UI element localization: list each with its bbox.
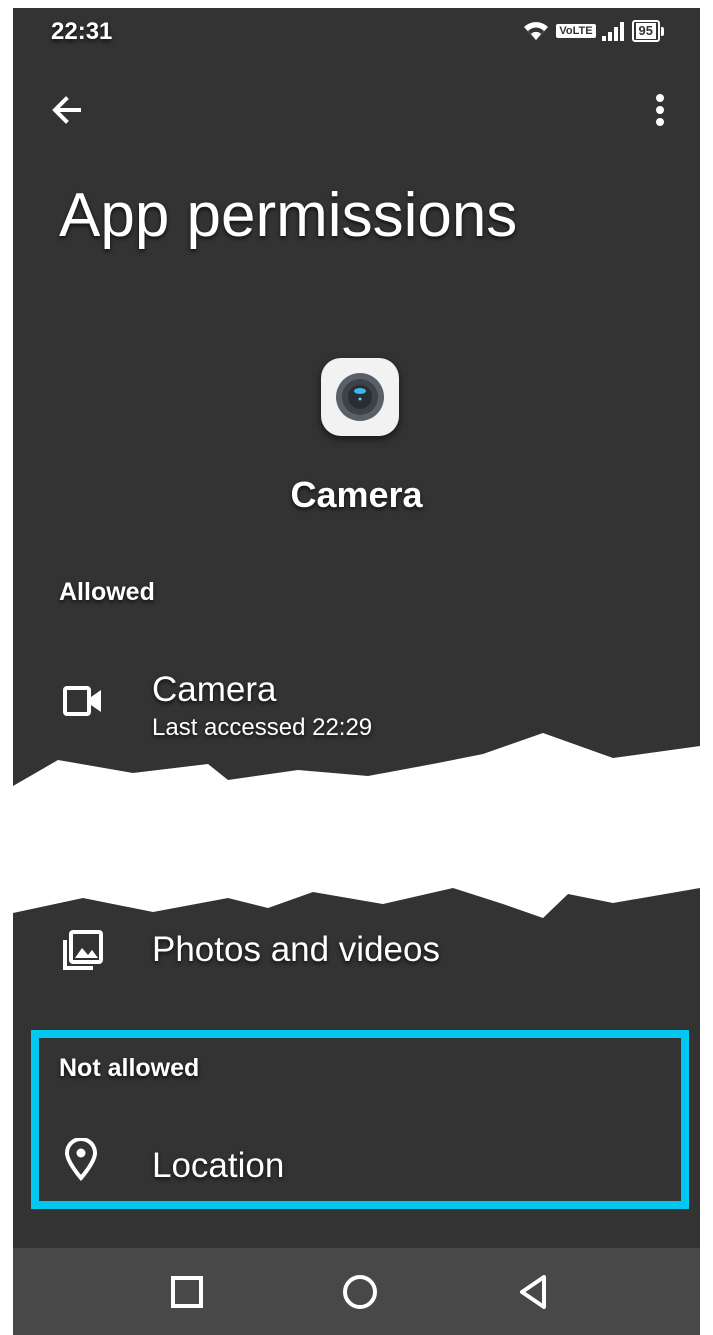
- page-title: App permissions: [59, 181, 518, 250]
- battery-icon: 95: [631, 20, 664, 42]
- wifi-icon: [524, 22, 549, 40]
- app-permissions-screen: 22:31 VoLTE 95 App permissions Camera Al…: [13, 8, 700, 1335]
- torn-edge-separator: [13, 733, 700, 918]
- photo-library-icon: [63, 930, 103, 970]
- battery-level: 95: [635, 23, 656, 39]
- arrow-left-icon: [52, 96, 81, 124]
- section-header-allowed: Allowed: [59, 578, 155, 606]
- home-circle-icon[interactable]: [336, 1268, 384, 1316]
- signal-icon: [601, 22, 624, 41]
- not-allowed-highlight: [31, 1030, 689, 1209]
- more-vert-icon: [656, 94, 664, 126]
- status-time: 22:31: [51, 18, 113, 45]
- back-triangle-icon[interactable]: [510, 1268, 558, 1316]
- permission-item-photos-and-videos[interactable]: Photos and videos: [13, 908, 700, 1008]
- camera-app-icon: [321, 358, 399, 436]
- system-nav-bar: [13, 1248, 700, 1335]
- status-icons: VoLTE 95: [522, 20, 664, 42]
- permission-title: Camera: [152, 670, 277, 709]
- app-name: Camera: [290, 474, 423, 515]
- recents-square-icon[interactable]: [163, 1268, 211, 1316]
- back-button[interactable]: [47, 90, 87, 130]
- volte-badge: VoLTE: [556, 24, 596, 38]
- permission-title: Photos and videos: [152, 930, 440, 969]
- more-options-button[interactable]: [640, 90, 680, 130]
